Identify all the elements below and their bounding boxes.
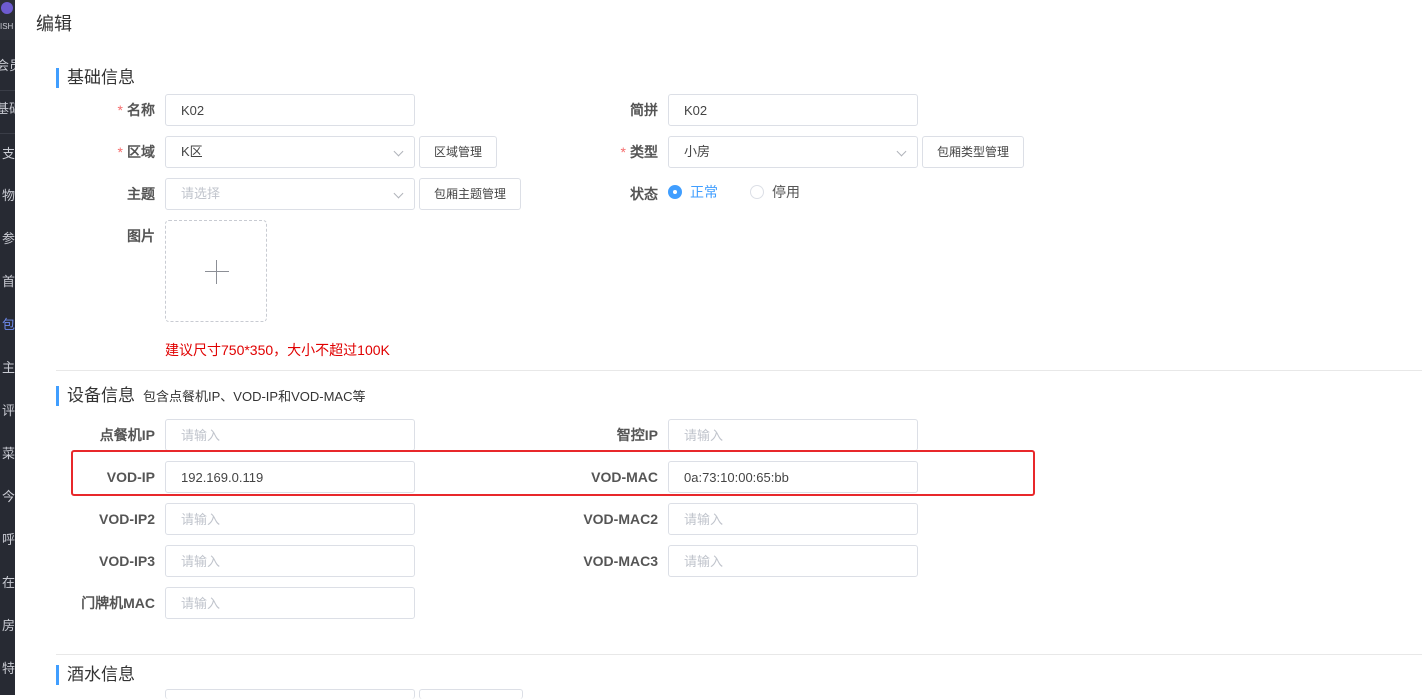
page-title: 编辑	[36, 14, 72, 34]
vod-mac2-input[interactable]	[668, 503, 918, 535]
smart-ip-input[interactable]	[668, 419, 918, 451]
area-select[interactable]: K区	[165, 136, 415, 168]
area-select-value: K区	[181, 144, 203, 159]
chevron-down-icon	[393, 188, 404, 199]
type-select-value: 小房	[684, 144, 711, 159]
type-select[interactable]: 小房	[668, 136, 918, 168]
image-size-hint: 建议尺寸750*350，大小不超过100K	[165, 342, 390, 358]
section-title-drinks: 酒水信息	[56, 665, 135, 685]
smart-ip-label: 智控IP	[616, 427, 658, 443]
sidebar-item-1[interactable]: 会员	[0, 56, 15, 76]
radio-unchecked-icon	[750, 185, 764, 199]
sidebar-divider	[0, 133, 15, 134]
sidebar-item-4[interactable]: 物	[2, 186, 15, 206]
sidebar-item-2[interactable]: 基础	[0, 99, 15, 119]
sidebar-item-12[interactable]: 呼	[2, 530, 15, 550]
vod-ip2-label: VOD-IP2	[98, 511, 155, 527]
vod-mac3-input[interactable]	[668, 545, 918, 577]
sidebar-item-13[interactable]: 在	[2, 573, 15, 593]
sidebar-item-8[interactable]: 主	[2, 358, 15, 378]
vod-mac3-label: VOD-MAC3	[583, 553, 658, 569]
image-label: 图片	[127, 228, 155, 244]
sidebar-item-6[interactable]: 首	[2, 272, 15, 292]
status-radio-normal[interactable]: 正常	[668, 182, 718, 202]
section-title-device-text: 设备信息	[67, 386, 135, 405]
vod-ip2-input[interactable]	[165, 503, 415, 535]
section-divider	[56, 370, 1422, 371]
sidebar-item-14[interactable]: 房	[2, 616, 15, 636]
vod-ip3-input[interactable]	[165, 545, 415, 577]
vod-ip3-label: VOD-IP3	[98, 553, 155, 569]
order-ip-input[interactable]	[165, 419, 415, 451]
section-title-basic-text: 基础信息	[67, 68, 135, 87]
type-manage-button[interactable]: 包厢类型管理	[922, 136, 1025, 168]
logo-text: ISH	[0, 22, 14, 31]
area-manage-button[interactable]: 区域管理	[419, 136, 498, 168]
sidebar-item-3[interactable]: 支	[2, 144, 15, 164]
drinks-field-partial[interactable]	[165, 689, 415, 699]
logo-icon	[1, 2, 13, 14]
section-subtitle-device: 包含点餐机IP、VOD-IP和VOD-MAC等	[143, 389, 366, 404]
section-title-device: 设备信息 包含点餐机IP、VOD-IP和VOD-MAC等	[56, 386, 365, 406]
theme-select-placeholder: 请选择	[181, 186, 221, 201]
image-upload[interactable]	[165, 220, 267, 322]
theme-manage-button[interactable]: 包厢主题管理	[419, 178, 522, 210]
chevron-down-icon	[896, 146, 907, 157]
status-radio-disabled[interactable]: 停用	[750, 182, 800, 202]
vod-mac2-label: VOD-MAC2	[583, 511, 658, 527]
plus-icon	[205, 271, 229, 272]
theme-select[interactable]: 请选择	[165, 178, 415, 210]
sidebar: ISH 会员 基础 支 物 参 首 包 主 评 菜 今 呼 在 房 特	[0, 0, 15, 695]
plus-icon	[216, 260, 217, 284]
pinyin-input[interactable]	[668, 94, 918, 126]
name-label: * 名称	[117, 102, 155, 118]
chevron-down-icon	[393, 146, 404, 157]
section-title-basic: 基础信息	[56, 68, 135, 88]
sidebar-item-5[interactable]: 参	[2, 229, 15, 249]
door-mac-label: 门牌机MAC	[81, 595, 155, 611]
status-radio-disabled-label: 停用	[772, 184, 800, 200]
pinyin-label: 简拼	[630, 102, 658, 118]
section-divider	[56, 654, 1422, 655]
theme-label: 主题	[127, 186, 155, 202]
type-label: * 类型	[620, 144, 658, 160]
status-label: 状态	[630, 186, 658, 202]
radio-checked-icon	[668, 185, 682, 199]
highlight-box	[71, 450, 1035, 496]
area-label: * 区域	[117, 144, 155, 160]
sidebar-item-15[interactable]: 特	[2, 659, 15, 679]
sidebar-item-10[interactable]: 菜	[2, 444, 15, 464]
section-title-drinks-text: 酒水信息	[67, 665, 135, 684]
sidebar-item-9[interactable]: 评	[2, 401, 15, 421]
door-mac-input[interactable]	[165, 587, 415, 619]
sidebar-item-11[interactable]: 今	[2, 487, 15, 507]
sidebar-divider	[0, 90, 15, 91]
sidebar-item-7[interactable]: 包	[2, 315, 15, 335]
name-input[interactable]	[165, 94, 415, 126]
drinks-button-partial[interactable]	[419, 689, 523, 699]
status-radio-normal-label: 正常	[690, 184, 718, 200]
order-ip-label: 点餐机IP	[99, 427, 155, 443]
logo: ISH	[0, 0, 15, 40]
